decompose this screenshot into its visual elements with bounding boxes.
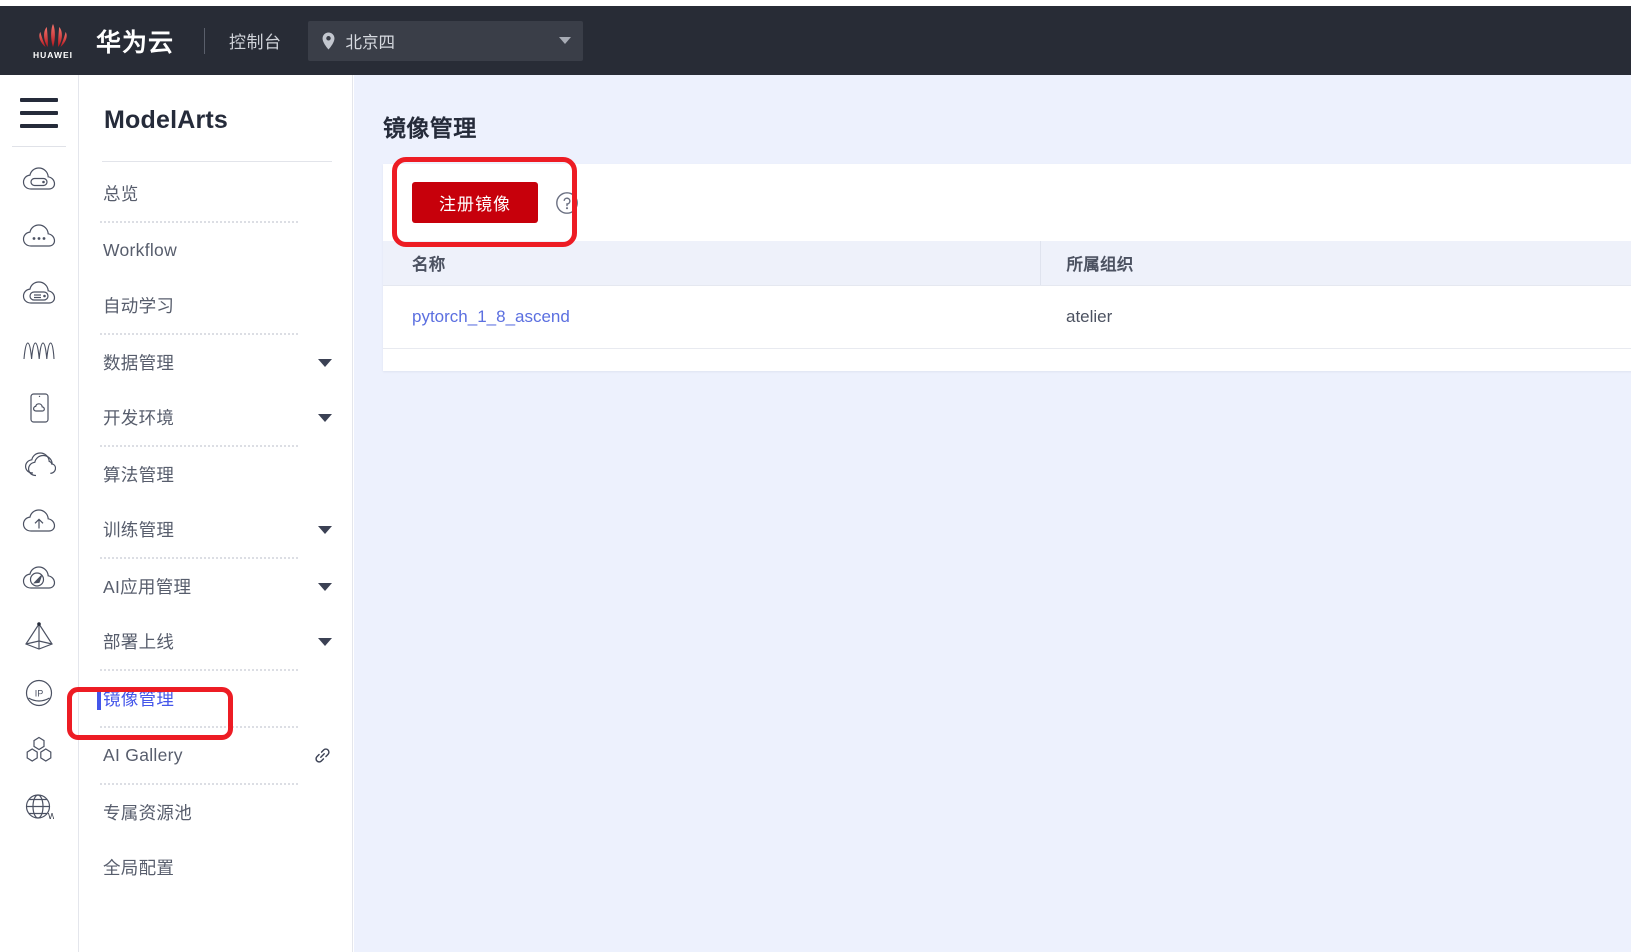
cloud-upload-icon[interactable] [0, 493, 78, 550]
table-body: pytorch_1_8_ascend atelier [383, 285, 1631, 349]
svg-text:IP: IP [35, 688, 44, 698]
cloud-server-icon[interactable] [0, 151, 78, 208]
table-header-row: 名称 所属组织 [383, 241, 1631, 286]
product-nav-panel: ModelArts 总览 Workflow 自动学习 数据管理 开发环境 算法管… [79, 75, 353, 952]
question-mark-circle-icon[interactable] [555, 191, 579, 215]
column-header-organization[interactable]: 所属组织 [1039, 241, 1631, 286]
nav-label: 数据管理 [103, 353, 175, 373]
huawei-logo-icon [39, 23, 67, 47]
cloud-storage-icon[interactable] [0, 265, 78, 322]
region-selector[interactable]: 北京四 [307, 20, 583, 61]
huawei-logo-wordmark: HUAWEI [33, 49, 73, 60]
sidebar-item-ai-gallery[interactable]: AI Gallery [79, 728, 352, 783]
column-header-name[interactable]: 名称 [383, 241, 1040, 286]
chevron-down-icon [558, 37, 571, 44]
sidebar-item-deployment[interactable]: 部署上线 [79, 614, 352, 669]
sidebar-item-overview[interactable]: 总览 [79, 166, 352, 221]
image-management-card: 注册镜像 名称 所属组织 pytorch_1_8_ascend atelier [383, 164, 1631, 371]
sidebar-item-image-management[interactable]: 镜像管理 [79, 671, 352, 726]
globe-web-icon[interactable]: W [0, 778, 78, 835]
sidebar-item-workflow[interactable]: Workflow [79, 223, 352, 278]
sidebar-item-dev-environment[interactable]: 开发环境 [79, 390, 352, 445]
huawei-logo[interactable]: HUAWEI [16, 22, 90, 60]
active-indicator-bar [97, 688, 101, 710]
chevron-down-icon [318, 358, 332, 367]
cloud-more-icon[interactable] [0, 208, 78, 265]
image-name-link[interactable]: pytorch_1_8_ascend [412, 307, 570, 326]
nav-label: AI应用管理 [103, 577, 192, 597]
nav-label: 自动学习 [103, 296, 175, 316]
rail-divider [12, 146, 66, 147]
card-toolbar: 注册镜像 [383, 164, 1631, 241]
nav-label: 总览 [103, 184, 139, 204]
nav-label: 算法管理 [103, 465, 175, 485]
nav-label: 部署上线 [103, 632, 175, 652]
nav-label: 专属资源池 [103, 803, 192, 823]
header-divider [204, 27, 206, 54]
images-table: 名称 所属组织 pytorch_1_8_ascend atelier [383, 241, 1631, 349]
pyramid-icon[interactable] [0, 607, 78, 664]
sidebar-item-training-management[interactable]: 训练管理 [79, 502, 352, 557]
page-title: 镜像管理 [383, 115, 477, 141]
region-value: 北京四 [345, 33, 396, 52]
table-head: 名称 所属组织 [383, 241, 1631, 286]
chevron-down-icon [318, 582, 332, 591]
brand-title[interactable]: 华为云 [96, 23, 174, 59]
ip-circle-icon[interactable]: IP [0, 664, 78, 721]
hamburger-menu-icon[interactable] [20, 98, 58, 128]
app-root: HUAWEI 华为云 控制台 北京四 IP W ModelArts 总览 Wor… [0, 0, 1631, 952]
location-pin-icon [322, 32, 334, 49]
cluster-nodes-icon[interactable] [0, 721, 78, 778]
wave-chart-icon[interactable] [0, 322, 78, 379]
main-content: 镜像管理 注册镜像 名称 所属组织 pytorch_1_8_ascend ate… [354, 75, 1631, 952]
page-product-title: ModelArts [104, 106, 229, 134]
nav-label: Workflow [103, 240, 178, 260]
nav-label: 开发环境 [103, 408, 175, 428]
svg-text:W: W [48, 811, 54, 821]
rail-icon-list: IP W [0, 151, 78, 835]
mobile-cloud-icon[interactable] [0, 379, 78, 436]
table-row[interactable]: pytorch_1_8_ascend atelier [383, 285, 1631, 349]
cloud-stack-icon[interactable] [0, 436, 78, 493]
nav-item-list: 总览 Workflow 自动学习 数据管理 开发环境 算法管理 训练管理 AI应… [79, 162, 352, 895]
external-link-icon [315, 748, 330, 763]
cell-image-name: pytorch_1_8_ascend [383, 285, 1040, 349]
chevron-down-icon [318, 525, 332, 534]
console-link[interactable]: 控制台 [229, 28, 282, 53]
sidebar-item-algorithm-management[interactable]: 算法管理 [79, 447, 352, 502]
sidebar-item-auto-learning[interactable]: 自动学习 [79, 278, 352, 333]
nav-label: AI Gallery [103, 745, 183, 765]
register-image-button[interactable]: 注册镜像 [412, 182, 538, 223]
sidebar-item-global-configuration[interactable]: 全局配置 [79, 840, 352, 895]
nav-label: 全局配置 [103, 858, 175, 878]
global-header: HUAWEI 华为云 控制台 北京四 [0, 6, 1631, 75]
nav-label: 训练管理 [103, 520, 175, 540]
chevron-down-icon [318, 413, 332, 422]
sidebar-item-dedicated-resource-pool[interactable]: 专属资源池 [79, 785, 352, 840]
sidebar-item-ai-application-management[interactable]: AI应用管理 [79, 559, 352, 614]
cloud-cdn-icon[interactable] [0, 550, 78, 607]
sidebar-item-data-management[interactable]: 数据管理 [79, 335, 352, 390]
service-icon-rail: IP W [0, 75, 79, 952]
cell-organization: atelier [1040, 285, 1631, 349]
nav-label: 镜像管理 [103, 689, 175, 709]
chevron-down-icon [318, 637, 332, 646]
